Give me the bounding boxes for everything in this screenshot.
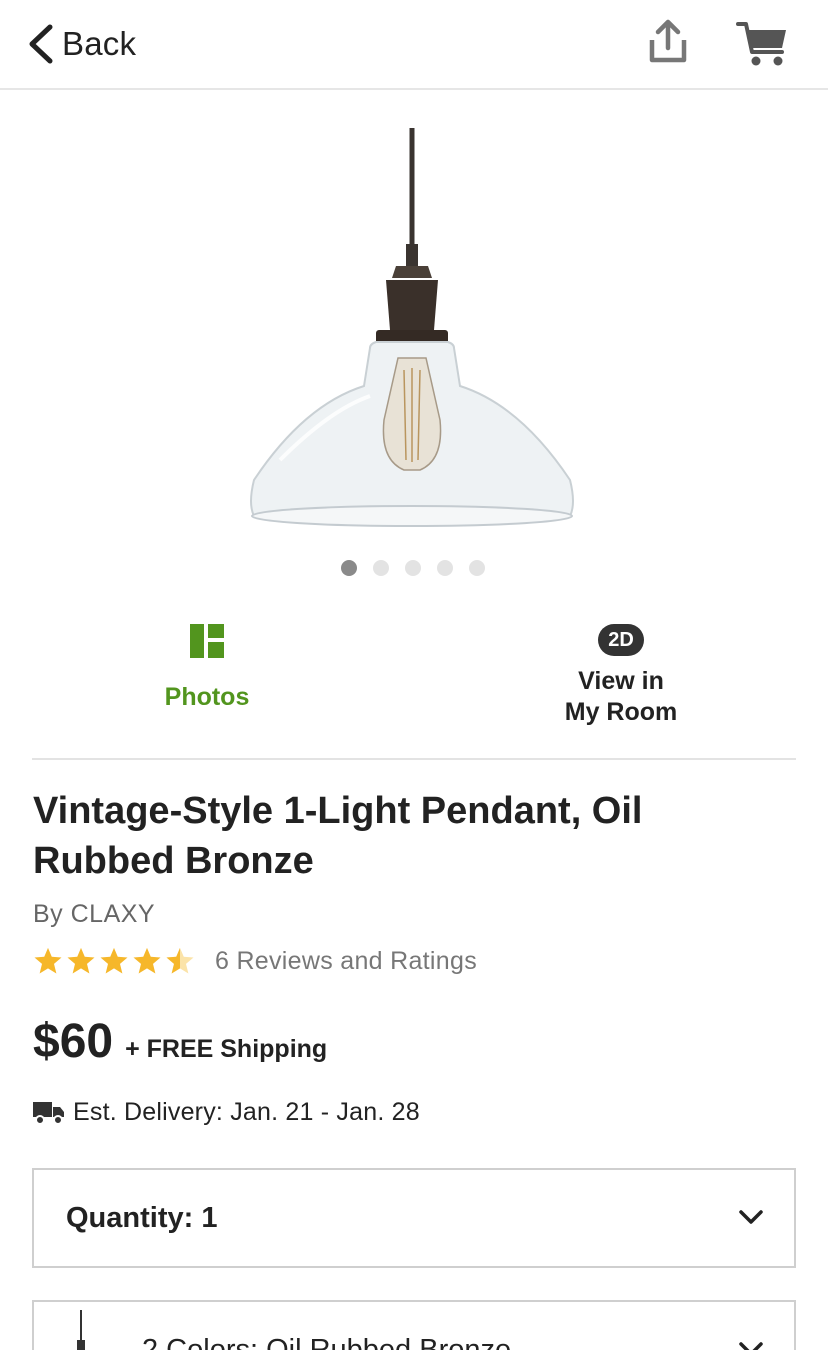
price: $60 [33,1015,114,1068]
back-label: Back [62,25,137,62]
reviews-link[interactable]: 6 Reviews and Ratings [215,947,477,976]
pagination-dot[interactable] [437,560,453,576]
color-select[interactable]: 2 Colors: Oil Rubbed Bronze [32,1300,796,1350]
chevron-down-icon [739,1342,763,1350]
quantity-select[interactable]: Quantity: 1 [32,1168,796,1268]
view-in-room-label-line1: View in [578,667,664,695]
brand-line: By CLAXY [33,900,155,929]
brand-link[interactable]: CLAXY [71,900,155,928]
shipping-label: + FREE Shipping [125,1035,328,1063]
pagination-dot[interactable] [405,560,421,576]
delivery-row: Est. Delivery: Jan. 21 - Jan. 28 [33,1098,420,1127]
pendant-lamp-image[interactable] [220,120,610,540]
pagination-dot[interactable] [469,560,485,576]
image-pagination-dots [341,560,485,576]
section-divider [32,758,796,760]
star-full-icon [34,947,62,974]
truck-icon [33,1101,64,1125]
product-title: Vintage-Style 1-Light Pendant, Oil Rubbe… [33,790,643,882]
star-half-icon [166,947,194,974]
star-full-icon [100,947,128,974]
pagination-dot[interactable] [373,560,389,576]
brand-prefix: By [33,900,71,928]
star-full-icon [67,947,95,974]
chevron-left-icon [29,24,53,64]
2d-badge-icon: 2D [598,624,644,656]
cart-icon[interactable] [736,18,790,68]
share-icon[interactable] [644,18,692,66]
price-row: $60 + FREE Shipping [33,1014,327,1069]
rating-row[interactable]: 6 Reviews and Ratings [33,946,477,976]
top-nav-bar: Back [0,0,828,90]
photos-button[interactable]: Photos [112,624,302,712]
color-swatch-thumbnail [77,1310,85,1350]
pagination-dot[interactable] [341,560,357,576]
photos-grid-icon [190,624,224,658]
star-rating [33,946,195,976]
view-in-room-label-line2: My Room [564,698,678,726]
delivery-estimate: Est. Delivery: Jan. 21 - Jan. 28 [73,1098,420,1126]
view-in-room-button[interactable]: 2D View in My Room [520,624,722,728]
quantity-label: Quantity: 1 [66,1202,218,1234]
back-button[interactable]: Back [26,20,136,68]
color-label: 2 Colors: Oil Rubbed Bronze [142,1334,512,1350]
star-full-icon [133,947,161,974]
view-in-room-label: View in My Room [520,666,722,728]
photos-label: Photos [164,683,250,711]
chevron-down-icon [739,1210,763,1224]
